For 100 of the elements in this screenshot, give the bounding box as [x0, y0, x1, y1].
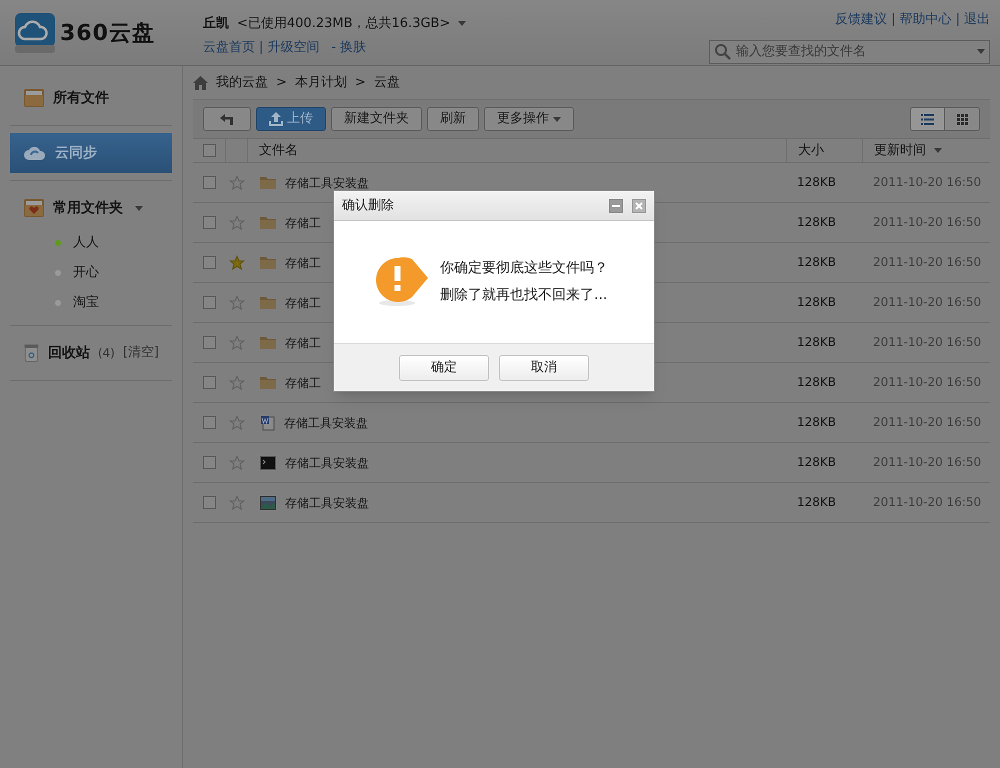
- search-bar[interactable]: 输入您要查找的文件名: [709, 40, 990, 64]
- dialog-message: 你确定要彻底这些文件吗？: [440, 259, 608, 278]
- header-link[interactable]: 云盘首页: [203, 38, 255, 57]
- checkbox[interactable]: [203, 176, 216, 189]
- file-size: 128KB: [797, 374, 836, 389]
- toolbar-button[interactable]: 刷新: [427, 107, 479, 131]
- checkbox[interactable]: [202, 144, 216, 157]
- view-toggle[interactable]: [910, 107, 945, 131]
- terminal-icon: [260, 456, 276, 470]
- search-icon: [714, 42, 732, 60]
- column-header[interactable]: 大小: [798, 140, 824, 160]
- favorite-label: 淘宝: [73, 294, 99, 312]
- back-arrow-icon: [220, 114, 234, 124]
- dialog-button[interactable]: 确定: [399, 354, 489, 380]
- star-icon[interactable]: [229, 454, 245, 470]
- breadcrumb-link[interactable]: 本月计划: [294, 72, 347, 92]
- upload-button[interactable]: 上传: [256, 107, 326, 131]
- star-icon[interactable]: [229, 174, 245, 190]
- file-name[interactable]: 存储工: [285, 256, 321, 268]
- folder-icon: [260, 256, 276, 269]
- file-size: 128KB: [797, 494, 836, 509]
- star-icon[interactable]: [229, 254, 245, 270]
- checkbox[interactable]: [203, 416, 216, 429]
- link-separator: |: [891, 11, 896, 29]
- star-icon[interactable]: [229, 494, 245, 510]
- skin-link[interactable]: 换肤: [340, 38, 366, 57]
- column-header[interactable]: 更新时间: [874, 140, 926, 160]
- star-icon[interactable]: [229, 414, 245, 430]
- home-icon[interactable]: [193, 76, 208, 90]
- file-name[interactable]: 存储工具安装盘: [285, 456, 369, 468]
- checkbox[interactable]: [203, 376, 216, 389]
- sidebar-label: 云同步: [55, 144, 97, 162]
- file-name[interactable]: 存储工: [285, 216, 321, 228]
- star-icon[interactable]: [229, 294, 245, 310]
- file-name[interactable]: 存储工: [285, 376, 321, 388]
- caret-icon: [458, 21, 466, 26]
- cloud-logo-icon: [14, 12, 56, 54]
- toolbar-button[interactable]: 新建文件夹: [331, 107, 422, 131]
- top-link[interactable]: 反馈建议: [835, 10, 888, 30]
- folder-icon: [23, 87, 45, 109]
- file-size: 128KB: [797, 334, 836, 349]
- more-actions-button[interactable]: 更多操作: [484, 107, 574, 131]
- favorite-label: 人人: [73, 234, 99, 252]
- favorite-item[interactable]: 淘宝: [10, 288, 172, 318]
- file-name[interactable]: 存储工具安装盘: [285, 176, 369, 188]
- checkbox[interactable]: [203, 216, 216, 229]
- close-icon: [635, 202, 643, 210]
- top-link[interactable]: 退出: [964, 10, 990, 30]
- checkbox[interactable]: [203, 256, 216, 269]
- list-view-icon: [921, 114, 934, 124]
- modified-time: 2011-10-20 16:50: [873, 494, 982, 509]
- modified-time: 2011-10-20 16:50: [873, 334, 982, 349]
- checkbox[interactable]: [203, 296, 216, 309]
- sidebar-item[interactable]: 回收站 (4) [清空]: [10, 333, 172, 373]
- sidebar-label: 所有文件: [53, 88, 109, 108]
- search-input[interactable]: 输入您要查找的文件名: [736, 42, 973, 62]
- modified-time: 2011-10-20 16:50: [873, 214, 982, 229]
- sidebar-item[interactable]: 云同步: [10, 133, 172, 173]
- folder-icon: [260, 176, 276, 189]
- file-name[interactable]: 存储工: [285, 336, 321, 348]
- sidebar-item[interactable]: 所有文件: [10, 78, 172, 118]
- caret-icon: [553, 116, 561, 122]
- modified-time: 2011-10-20 16:50: [873, 414, 982, 429]
- breadcrumb-separator: >: [276, 74, 287, 92]
- column-header[interactable]: 文件名: [259, 140, 298, 160]
- file-name[interactable]: 存储工具安装盘: [284, 416, 368, 428]
- checkbox[interactable]: [203, 456, 216, 469]
- dialog-message: 删除了就再也找不回来了...: [440, 286, 608, 305]
- favorite-item[interactable]: 开心: [10, 258, 172, 288]
- view-toggle[interactable]: [945, 107, 980, 131]
- file-name[interactable]: 存储工具安装盘: [285, 496, 369, 508]
- checkbox[interactable]: [203, 336, 216, 349]
- close-button[interactable]: [632, 198, 646, 212]
- checkbox[interactable]: [203, 496, 216, 509]
- breadcrumb-link[interactable]: 云盘: [374, 72, 400, 92]
- star-icon[interactable]: [229, 374, 245, 390]
- dialog-button[interactable]: 取消: [499, 354, 589, 380]
- modified-time: 2011-10-20 16:50: [873, 254, 982, 269]
- breadcrumb-link[interactable]: 我的云盘: [216, 72, 268, 92]
- top-link[interactable]: 帮助中心: [900, 10, 952, 30]
- dialog-title: 确认删除: [342, 196, 394, 215]
- modified-time: 2011-10-20 16:50: [873, 174, 982, 189]
- cloud-icon: [23, 144, 47, 162]
- minimize-icon: [612, 204, 620, 206]
- folder-icon: [260, 376, 276, 389]
- file-name[interactable]: 存储工: [285, 296, 321, 308]
- empty-trash-link[interactable]: [清空]: [122, 343, 159, 363]
- grid-view-icon: [956, 114, 968, 124]
- image-icon: [260, 496, 276, 510]
- header-link[interactable]: 升级空间: [267, 38, 320, 57]
- upload-icon: [269, 112, 283, 126]
- breadcrumb-separator: >: [354, 74, 366, 92]
- item-count: (4): [98, 345, 115, 362]
- link-separator: |: [259, 38, 264, 56]
- favorite-item[interactable]: 人人: [10, 228, 172, 258]
- star-icon[interactable]: [229, 334, 245, 350]
- minimize-button[interactable]: [609, 198, 623, 212]
- back-button[interactable]: [203, 107, 251, 131]
- sidebar-item[interactable]: 常用文件夹: [10, 188, 172, 228]
- star-icon[interactable]: [229, 214, 245, 230]
